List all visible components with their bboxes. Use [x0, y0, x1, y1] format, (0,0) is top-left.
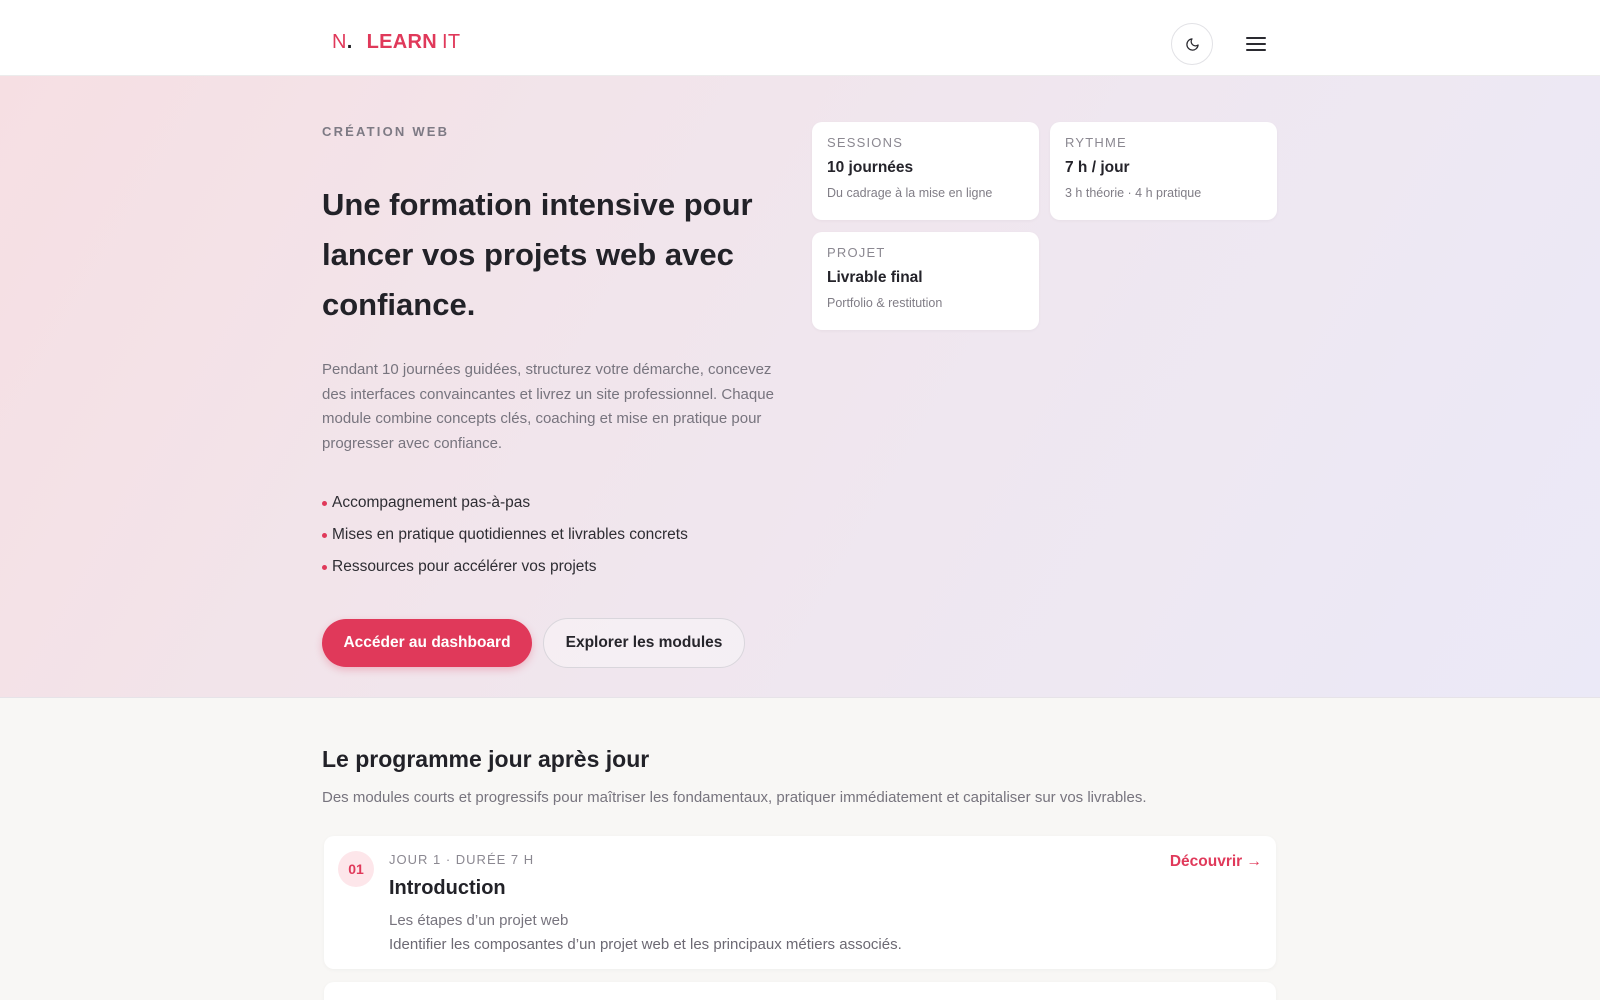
- programme-description: Des modules courts et progressifs pour m…: [322, 789, 1147, 806]
- feature-text: Ressources pour accélérer vos projets: [332, 558, 597, 575]
- bullet-dot: [322, 501, 327, 506]
- top-navbar: N . LEARN IT: [0, 0, 1600, 76]
- module-summary: Identifier les composantes d’un projet w…: [389, 936, 902, 953]
- hamburger-menu-icon: [1246, 37, 1266, 51]
- dashboard-button[interactable]: Accéder au dashboard: [322, 619, 532, 667]
- stat-subtext: Du cadrage à la mise en ligne: [827, 186, 993, 200]
- feature-list: Accompagnement pas-à-pas Mises en pratiq…: [322, 487, 688, 583]
- logo-it-text: IT: [442, 31, 461, 53]
- logo[interactable]: N . LEARN IT: [332, 31, 460, 54]
- module-meta: JOUR 1 · DURÉE 7 H: [389, 852, 535, 867]
- stat-card-projet: PROJET Livrable final Portfolio & restit…: [812, 232, 1039, 330]
- menu-button[interactable]: [1242, 30, 1270, 58]
- hero-title: Une formation intensive pour lancer vos …: [322, 187, 753, 322]
- logo-learn-text: LEARN: [366, 31, 437, 53]
- explore-modules-button[interactable]: Explorer les modules: [543, 618, 745, 668]
- bullet-dot: [322, 565, 327, 570]
- feature-item: Ressources pour accélérer vos projets: [322, 551, 688, 583]
- module-subtitle: Les étapes d’un projet web: [389, 912, 569, 929]
- hero-description: Pendant 10 journées guidées, structurez …: [322, 361, 774, 452]
- stat-card-sessions: SESSIONS 10 journées Du cadrage à la mis…: [812, 122, 1039, 220]
- feature-text: Mises en pratique quotidiennes et livrab…: [332, 526, 688, 543]
- module-card: 01 JOUR 1 · DURÉE 7 H Introduction Les é…: [324, 836, 1276, 969]
- stat-subtext: 3 h théorie · 4 h pratique: [1065, 186, 1202, 200]
- stat-subtext: Portfolio & restitution: [827, 296, 943, 310]
- programme-title: Le programme jour après jour: [322, 746, 650, 772]
- stat-value: 10 journées: [827, 159, 914, 176]
- feature-text: Accompagnement pas-à-pas: [332, 494, 531, 511]
- stat-label: SESSIONS: [827, 135, 904, 150]
- module-number-badge: 01: [338, 851, 374, 887]
- logo-dot: .: [346, 31, 353, 53]
- stat-value: Livrable final: [827, 269, 923, 286]
- stat-label: PROJET: [827, 245, 886, 260]
- module-discover-link[interactable]: Découvrir →: [1170, 853, 1262, 871]
- feature-item: Mises en pratique quotidiennes et livrab…: [322, 519, 688, 551]
- stat-label: RYTHME: [1065, 135, 1127, 150]
- module-title: Introduction: [389, 877, 506, 899]
- hero-section: CRÉATION WEB Une formation intensive pou…: [0, 76, 1600, 698]
- stat-value: 7 h / jour: [1065, 159, 1130, 176]
- stat-card-rythme: RYTHME 7 h / jour 3 h théorie · 4 h prat…: [1050, 122, 1277, 220]
- logo-mark: N: [332, 31, 347, 53]
- hero-eyebrow: CRÉATION WEB: [322, 124, 450, 139]
- feature-item: Accompagnement pas-à-pas: [322, 487, 688, 519]
- moon-icon: [1185, 37, 1199, 51]
- module-card-partial: [324, 982, 1276, 1000]
- bullet-dot: [322, 533, 327, 538]
- theme-toggle-button[interactable]: [1171, 23, 1213, 65]
